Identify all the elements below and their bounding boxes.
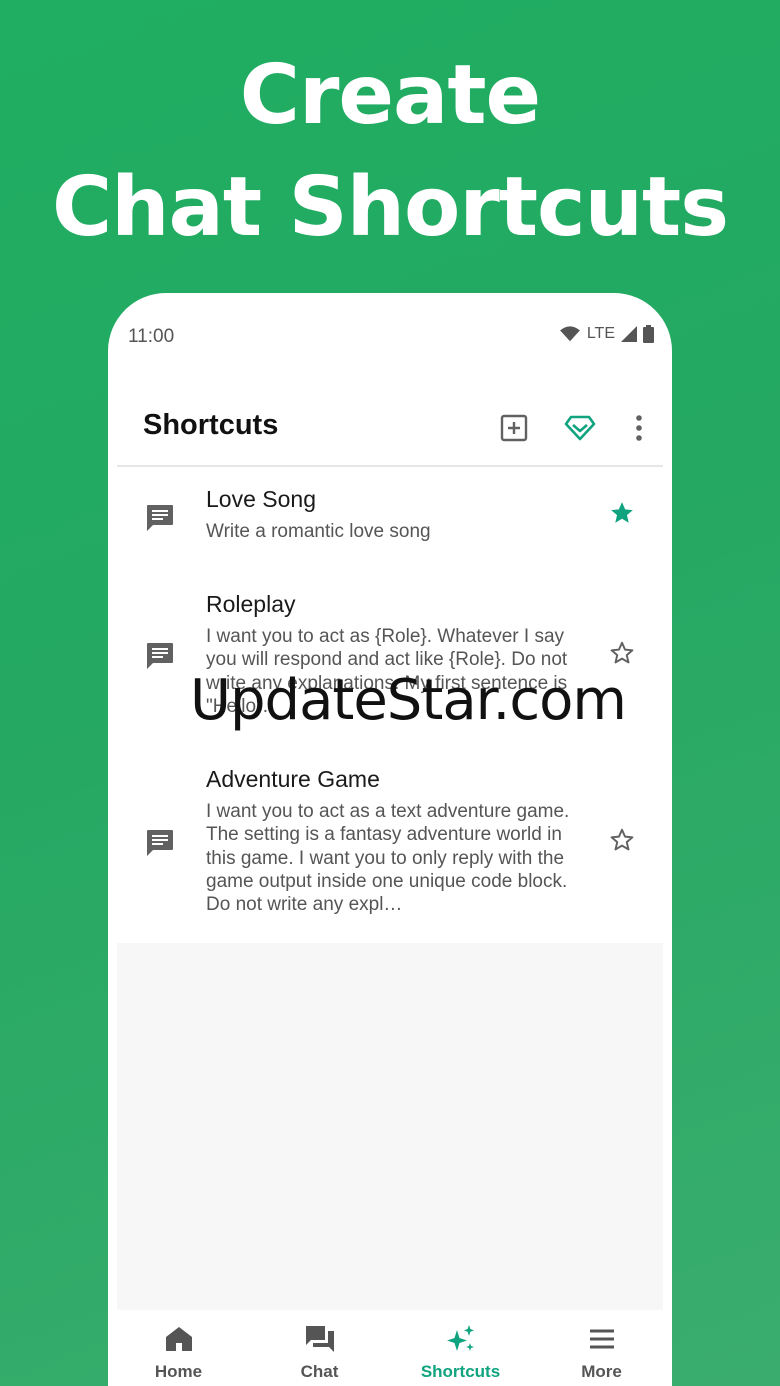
nav-tab-chat[interactable]: Chat: [249, 1310, 390, 1386]
shortcut-name: Love Song: [206, 486, 316, 512]
menu-icon: [589, 1329, 614, 1349]
star-filled-icon[interactable]: [609, 500, 635, 526]
page-title: Shortcuts: [143, 409, 279, 441]
promo-headline: Create Chat Shortcuts: [0, 40, 780, 264]
watermark-text: UpdateStar.com: [190, 668, 627, 733]
status-time: 11:00: [128, 326, 175, 347]
message-icon: [147, 505, 173, 531]
overflow-menu-button[interactable]: [622, 411, 656, 445]
shortcut-description: I want you to act as a text adventure ga…: [206, 801, 570, 916]
signal-icon: [621, 326, 637, 342]
star-outline-icon[interactable]: [609, 827, 635, 853]
shortcut-item[interactable]: Love Song Write a romantic love song: [117, 469, 663, 573]
shortcut-description: Write a romantic love song: [206, 521, 431, 542]
add-shortcut-button[interactable]: [497, 411, 531, 445]
headline-line-2: Chat Shortcuts: [51, 160, 729, 255]
star-outline-icon[interactable]: [609, 640, 635, 666]
nav-tab-home[interactable]: Home: [108, 1310, 249, 1386]
more-vert-icon: [636, 415, 642, 441]
diamond-icon: [564, 415, 596, 441]
nav-label: Home: [154, 1362, 203, 1381]
network-label: LTE: [586, 325, 615, 342]
app-bar: Shortcuts: [117, 393, 663, 467]
message-icon: [147, 643, 173, 669]
headline-line-1: Create: [239, 48, 541, 143]
bottom-navigation: Home Chat Shortcuts More: [108, 1310, 672, 1386]
phone-frame: 11:00 LTE Shortcuts Love Song Write a ro…: [108, 293, 672, 1386]
message-icon: [147, 830, 173, 856]
nav-label: Shortcuts: [420, 1362, 501, 1381]
wifi-icon: [559, 326, 580, 342]
shortcut-item[interactable]: Adventure Game I want you to act as a te…: [117, 749, 663, 947]
shortcut-name: Adventure Game: [206, 766, 380, 792]
add-box-icon: [500, 414, 528, 442]
nav-label: Chat: [300, 1362, 339, 1381]
status-bar: 11:00 LTE: [108, 293, 672, 383]
home-icon: [165, 1327, 192, 1351]
chat-bubbles-icon: [305, 1326, 334, 1352]
premium-button[interactable]: [563, 411, 597, 445]
nav-label: More: [581, 1362, 622, 1381]
status-icons: LTE: [559, 325, 654, 343]
battery-icon: [643, 325, 654, 343]
nav-tab-more[interactable]: More: [531, 1310, 672, 1386]
nav-tab-shortcuts[interactable]: Shortcuts: [390, 1310, 531, 1386]
shortcut-name: Roleplay: [206, 591, 296, 617]
sparkles-icon: [446, 1325, 474, 1351]
empty-list-area: [117, 943, 663, 1310]
